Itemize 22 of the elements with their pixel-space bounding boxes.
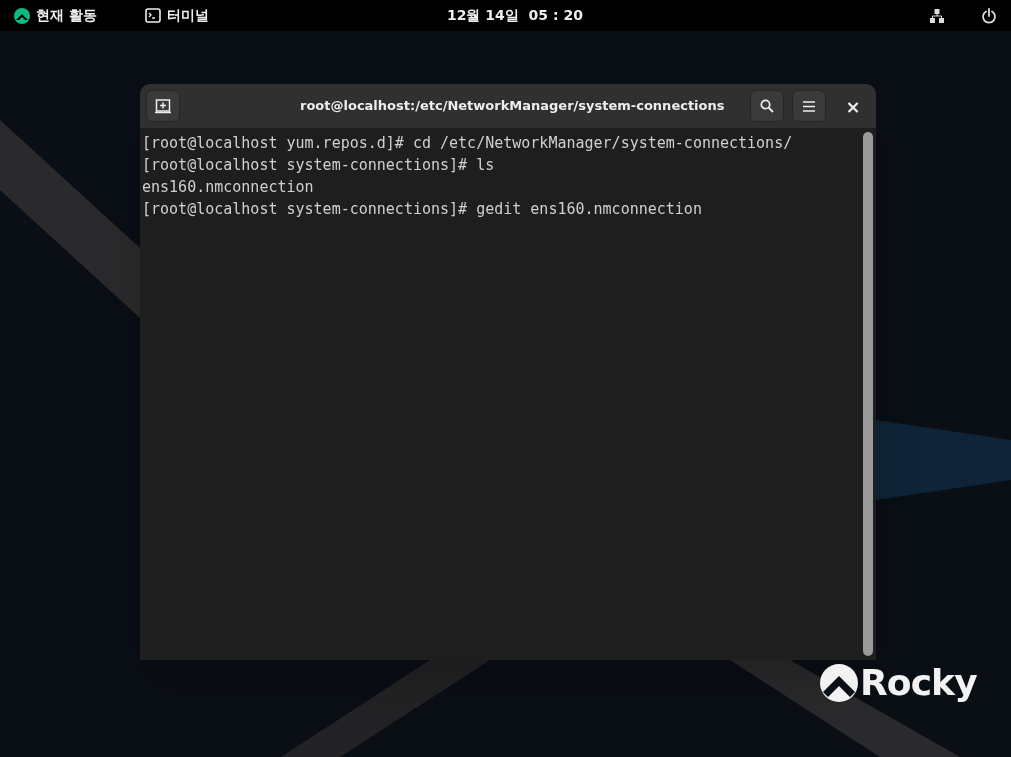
rocky-logo-icon [820, 664, 858, 702]
menu-icon [803, 100, 815, 112]
new-tab-button[interactable] [146, 90, 180, 122]
search-button[interactable] [750, 90, 784, 122]
terminal-line: ens160.nmconnection [142, 177, 315, 198]
logo-text: Rocky [860, 663, 977, 703]
search-icon [760, 99, 774, 113]
clock[interactable]: 12월 14일 05 : 20 [447, 5, 583, 26]
rocky-logo-icon [14, 7, 30, 24]
terminal-line: [root@localhost system-connections]# ls [142, 155, 496, 176]
activities-button[interactable]: 현재 활동 [36, 5, 97, 26]
close-button[interactable]: × [836, 90, 870, 122]
terminal-line: [root@localhost system-connections]# gedit ens160.nmconnection [142, 199, 703, 220]
scrollbar[interactable] [863, 132, 873, 656]
terminal-line: [root@localhost yum.repos.d]# cd /etc/NetworkManager/system-connections/ [142, 133, 794, 154]
network-icon[interactable] [929, 7, 945, 24]
window-title: root@localhost:/etc/NetworkManager/system-connections [300, 97, 725, 116]
power-icon[interactable] [981, 7, 997, 24]
menu-button[interactable] [792, 90, 826, 122]
terminal-icon [144, 8, 161, 23]
app-menu[interactable]: 터미널 [166, 5, 209, 26]
new-tab-icon [155, 98, 171, 114]
